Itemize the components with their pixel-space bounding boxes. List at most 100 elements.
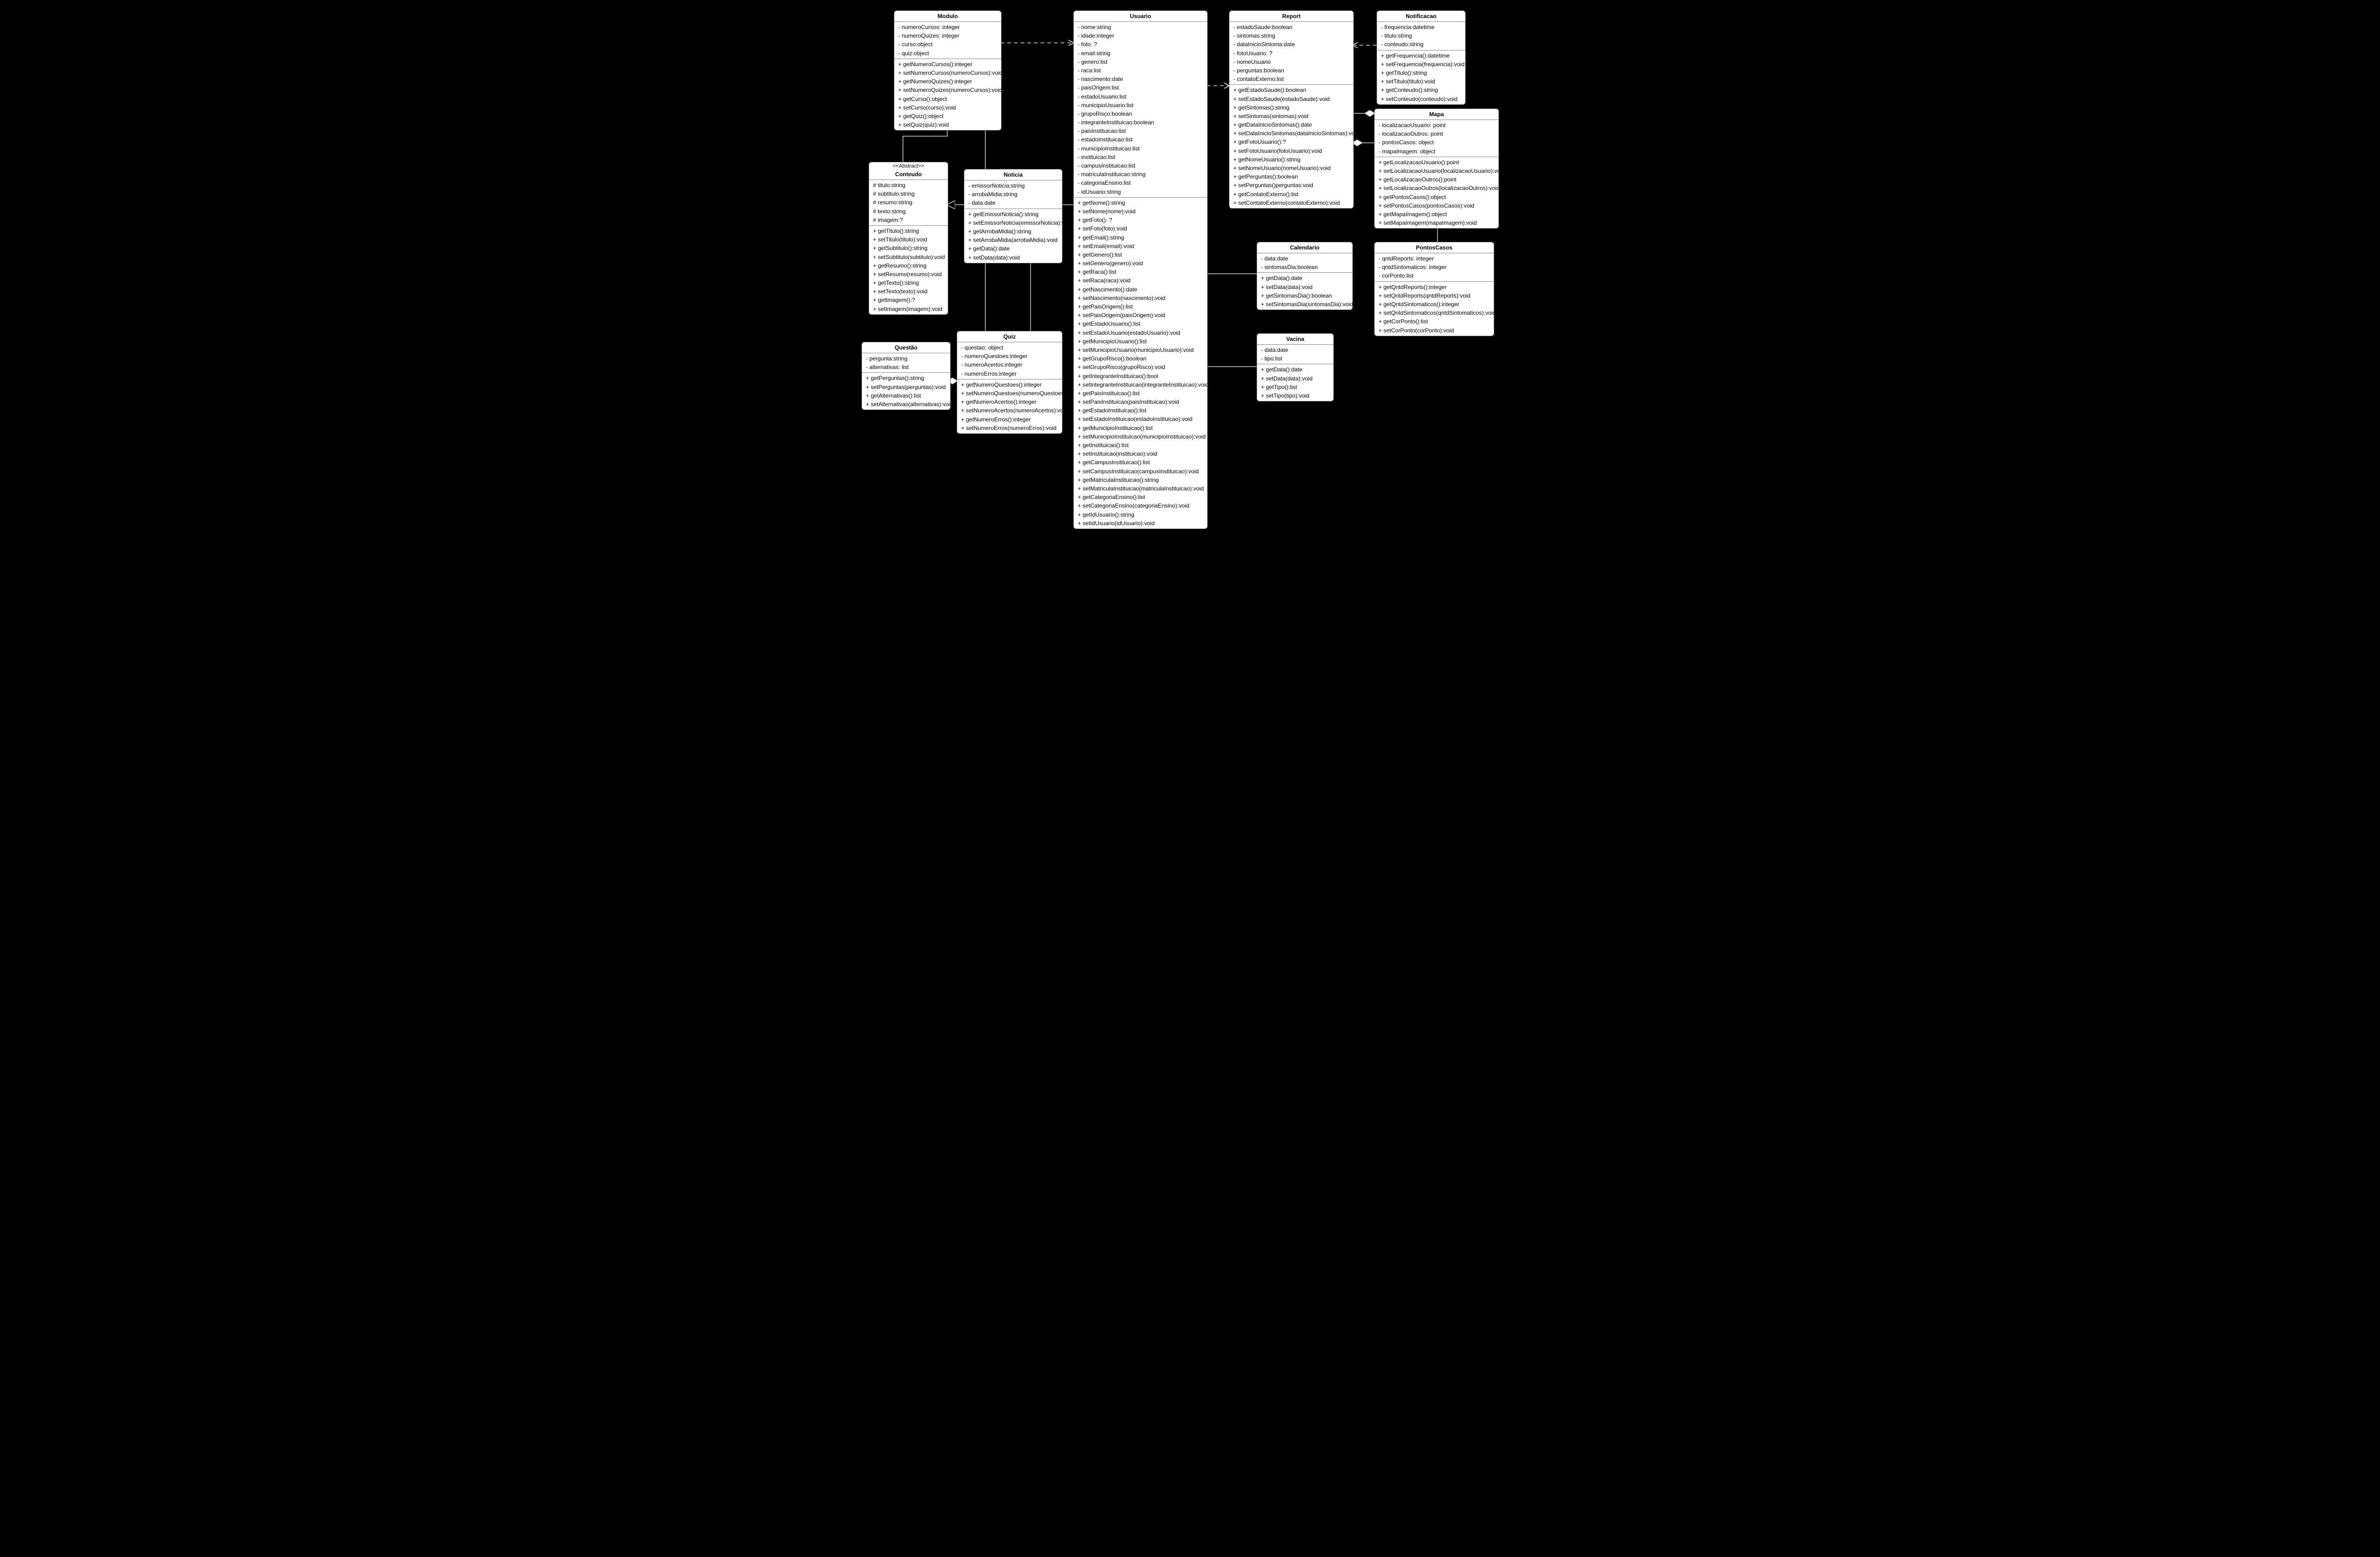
attribute: - numeroQuestoes:integer xyxy=(959,352,1060,360)
operation: + setEmissorNoticia(emissorNoticia):void xyxy=(966,219,1060,227)
operation: + getPerguntas():string xyxy=(864,374,948,382)
operation: + setPaisOrigem(paisOrigem):void xyxy=(1076,311,1205,319)
attribute: - conteudo:string xyxy=(1379,40,1463,49)
attribute: - integranteInstituicao:boolean xyxy=(1076,118,1205,127)
class-title: Calendario xyxy=(1257,242,1352,253)
class-pontoscasos[interactable]: PontosCasos- qntdReports: integer- qntdS… xyxy=(1374,242,1494,336)
operation: + setData(data):void xyxy=(966,253,1060,262)
operation: + getSintomas():string xyxy=(1231,103,1351,112)
attribute: - perguntas:boolean xyxy=(1231,66,1351,75)
operation: + getNomeUsuario():string xyxy=(1231,155,1351,164)
class-title: Quiz xyxy=(957,331,1062,342)
operation: + getMapaImagem():object xyxy=(1377,210,1497,219)
operation: + getData():date xyxy=(966,244,1060,253)
class-title: Mapa xyxy=(1375,109,1498,120)
attribute: - qntdReports: integer xyxy=(1377,254,1492,263)
operation: + getData():date xyxy=(1259,274,1350,282)
operation: + setResumo(resumo):void xyxy=(871,270,946,279)
attribute: # imagem:? xyxy=(871,216,946,224)
operation: + setNumeroQuizes(numeroCursos):void xyxy=(896,86,999,94)
operation: + setCategoriaEnsino(categoriaEnsino):vo… xyxy=(1076,501,1205,510)
uml-canvas: Modulo- numeroCursos: integer- numeroQui… xyxy=(843,0,1537,448)
operation: + getTitulo():string xyxy=(871,227,946,235)
operation: + getImagem():? xyxy=(871,296,946,304)
operation: + getTexto():string xyxy=(871,279,946,287)
attribute: - nome:string xyxy=(1076,23,1205,31)
operation: + setEmail(email):void xyxy=(1076,242,1205,250)
attribute: - grupoRisco:boolean xyxy=(1076,110,1205,118)
attribute: - data:date xyxy=(1259,254,1350,263)
operations-section: + getQntdReports():integer+ setQntdRepor… xyxy=(1375,282,1494,336)
attributes-section: - data:date- tipo:list xyxy=(1257,345,1333,364)
operation: + getIntegranteInstituicao():bool xyxy=(1076,372,1205,380)
attributes-section: - numeroCursos: integer- numeroQuizes: i… xyxy=(894,22,1001,59)
attribute: - estadoSaude:boolean xyxy=(1231,23,1351,31)
operation: + getFotoUsuario():? xyxy=(1231,138,1351,146)
operations-section: + getEstadoSaude():boolean+ setEstadoSau… xyxy=(1230,85,1353,208)
class-calendario[interactable]: Calendario- data:date- sintomasDia:boole… xyxy=(1257,242,1353,310)
class-title: Modulo xyxy=(894,11,1001,22)
attribute: - numeroCursos: integer xyxy=(896,23,999,31)
class-usuario[interactable]: Usuario- nome:string- idade:integer- fot… xyxy=(1073,10,1208,529)
operation: + setPaisInstituicao(paisInstituicao):vo… xyxy=(1076,398,1205,406)
operation: + setNomeUsuario(nomeUsuario):void xyxy=(1231,164,1351,172)
operation: + getNumeroQuestoes():integer xyxy=(959,380,1060,389)
attribute: - raca:list xyxy=(1076,66,1205,75)
operation: + setPontosCasos(pontosCasos):void xyxy=(1377,201,1497,210)
attribute: - numeroErros:integer xyxy=(959,369,1060,378)
operation: + setNumeroCursos(numeroCursos):void xyxy=(896,69,999,77)
operation: + setSubtitulo(subtitulo):void xyxy=(871,253,946,261)
operation: + getEstadoInstituicao():list xyxy=(1076,406,1205,415)
operation: + getIdUsuario():string xyxy=(1076,510,1205,519)
attribute: - titulo:string xyxy=(1379,31,1463,40)
attribute: - sintomas:string xyxy=(1231,31,1351,40)
attribute: - data:date xyxy=(966,199,1060,207)
operation: + setCampusInstituicao(campusInstituicao… xyxy=(1076,467,1205,476)
operation: + setNome(nome):void xyxy=(1076,207,1205,216)
operation: + setArrobaMidia(arrobaMidia):void xyxy=(966,236,1060,244)
class-title: PontosCasos xyxy=(1375,242,1494,253)
operations-section: + getFrequencia():datetime+ setFrequenci… xyxy=(1377,50,1465,104)
operation: + setIdUsuario(idUsuario):void xyxy=(1076,519,1205,528)
attributes-section: - estadoSaude:boolean- sintomas:string - … xyxy=(1230,22,1353,85)
operation: + setCurso(curso):void xyxy=(896,103,999,112)
class-title: Usuario xyxy=(1074,11,1207,22)
attribute: - municipioInstituicao:list xyxy=(1076,144,1205,153)
attribute: # subtitulo:string xyxy=(871,190,946,198)
class-title: Questão xyxy=(862,342,950,353)
class-title: Notificacao xyxy=(1377,11,1465,22)
operation: + getMunicipioInstituicao():list xyxy=(1076,424,1205,432)
attribute: - campusInstituicao:list xyxy=(1076,161,1205,170)
attribute: - estadoUsuario:list xyxy=(1076,92,1205,101)
operations-section: + getTitulo():string+ setTitulo(titulo):… xyxy=(869,226,948,314)
attribute: - fotoUsuario: ? xyxy=(1231,49,1351,58)
class-quiz[interactable]: Quiz- questao: object- numeroQuestoes:in… xyxy=(957,331,1062,434)
class-noticia[interactable]: Noticia- emissorNoticia:string- arrobaMi… xyxy=(964,169,1062,263)
operation: + setAlternativas(alternativas):void xyxy=(864,400,948,409)
operation: + getEmissorNoticia():string xyxy=(966,210,1060,219)
operation: + setQuiz(quiz):void xyxy=(896,120,999,129)
operation: + setEstadoSaude(estadoSaude):void xyxy=(1231,95,1351,103)
class-questao[interactable]: Questão- pergunta:string- alternativas: … xyxy=(862,342,951,410)
operation: + getConteudo():string xyxy=(1379,86,1463,94)
operation: + getArrobaMidia():string xyxy=(966,227,1060,236)
class-report[interactable]: Report- estadoSaude:boolean- sintomas:st… xyxy=(1229,10,1354,209)
operation: + getNome():string xyxy=(1076,199,1205,207)
operation: + setCorPonto(corPonto):void xyxy=(1377,326,1492,335)
class-mapa[interactable]: Mapa- localizacaoUsuario: point- localiz… xyxy=(1374,109,1499,229)
attribute: - pontosCasos: object xyxy=(1377,138,1497,147)
attribute: - nomeUsuario xyxy=(1231,58,1351,66)
class-notificacao[interactable]: Notificacao- frequencia:datetime- titulo… xyxy=(1377,10,1466,105)
class-conteudo[interactable]: <<Abstract>>Conteudo# titulo:string# sub… xyxy=(869,162,948,315)
operation: + setMapaImagem(mapaImagem):void xyxy=(1377,219,1497,227)
operation: + getGenero():list xyxy=(1076,250,1205,259)
operation: + setIntegranteInstituicao(integranteIns… xyxy=(1076,380,1205,389)
class-modulo[interactable]: Modulo- numeroCursos: integer- numeroQui… xyxy=(894,10,1002,130)
operation: + getQntdSintomaticos():integer xyxy=(1377,300,1492,309)
class-vacina[interactable]: Vacina- data:date- tipo:list+ getData():… xyxy=(1257,333,1334,401)
attributes-section: - data:date- sintomasDia:boolean xyxy=(1257,253,1352,273)
operation: + setPerguntas()perguntas:void xyxy=(1231,181,1351,190)
operation: + setImagem(imagem):void xyxy=(871,305,946,313)
attribute: - alternativas: list xyxy=(864,363,948,371)
operation: + getPaisOrigem():list xyxy=(1076,302,1205,311)
